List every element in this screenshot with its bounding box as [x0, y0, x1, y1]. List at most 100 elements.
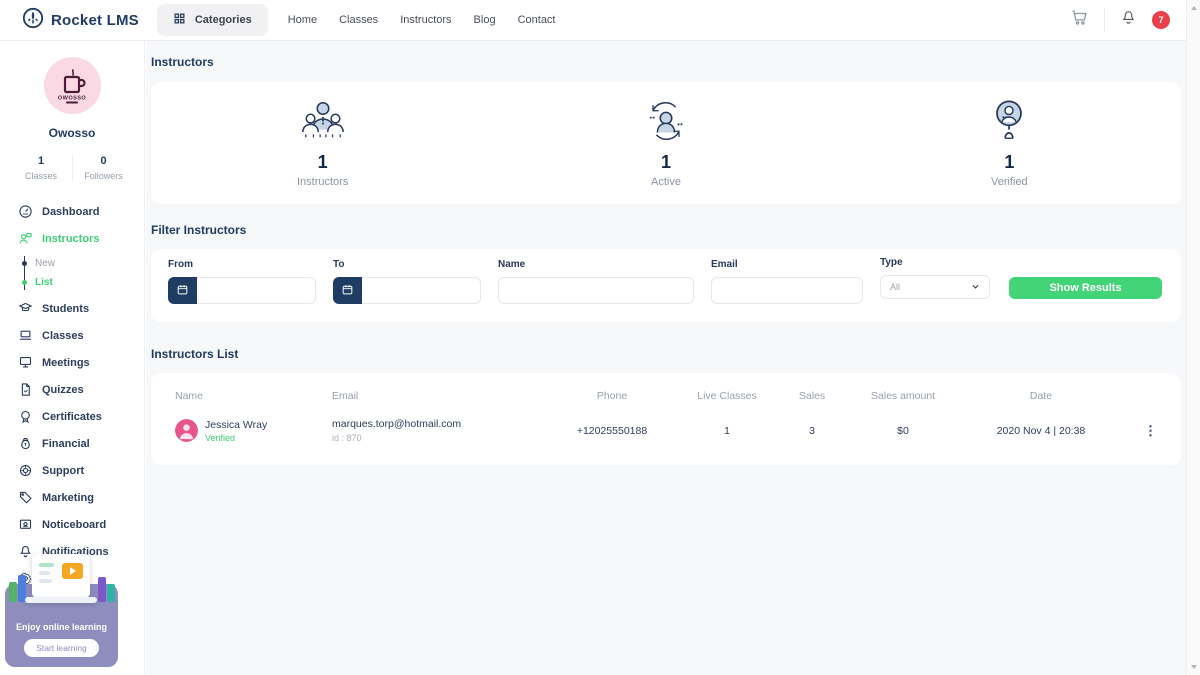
- sidebar-item-marketing[interactable]: Marketing: [17, 484, 144, 511]
- followers-label: Followers: [73, 171, 134, 181]
- nav-blog[interactable]: Blog: [474, 14, 496, 26]
- followers-count: 0: [73, 155, 134, 167]
- notifications-bell-icon[interactable]: [1120, 9, 1137, 31]
- promo-card: Enjoy online learning Start learning: [5, 584, 118, 667]
- sidebar-item-quizzes[interactable]: Quizzes: [17, 376, 144, 403]
- submenu-label: List: [35, 277, 53, 288]
- top-navbar: Rocket LMS Categories Home Classes Instr…: [0, 0, 1200, 41]
- active-count-label: Active: [494, 176, 837, 188]
- column-name: Name: [175, 390, 332, 402]
- email-input[interactable]: [711, 277, 863, 304]
- quizzes-icon: [17, 382, 33, 397]
- svg-text:OWOSSO: OWOSSO: [57, 96, 85, 102]
- instructors-submenu: New List: [24, 256, 144, 290]
- submenu-item-list[interactable]: List: [35, 275, 144, 290]
- categories-label: Categories: [195, 14, 252, 26]
- page-scrollbar[interactable]: [1186, 0, 1200, 675]
- show-results-button[interactable]: Show Results: [1009, 277, 1162, 299]
- sidebar-item-noticeboard[interactable]: Noticeboard: [17, 511, 144, 538]
- type-label: Type: [880, 257, 990, 268]
- column-sales: Sales: [762, 390, 862, 402]
- nav-instructors[interactable]: Instructors: [400, 14, 451, 26]
- sidebar-item-instructors[interactable]: Instructors: [17, 225, 144, 252]
- instructor-id: id : 870: [332, 433, 532, 443]
- from-date-input[interactable]: [197, 277, 316, 304]
- sidebar-item-label: Financial: [42, 438, 90, 450]
- play-icon: [62, 563, 83, 579]
- cart-icon[interactable]: [1070, 8, 1089, 32]
- grid-icon: [173, 12, 186, 28]
- sidebar-item-label: Support: [42, 465, 84, 477]
- classes-icon: [17, 328, 33, 343]
- table-row: Jessica Wray Verified marques.torp@hotma…: [151, 418, 1181, 443]
- submenu-dot: [22, 261, 27, 266]
- instructors-group-icon: [300, 131, 346, 148]
- brand-logo[interactable]: Rocket LMS: [22, 7, 139, 34]
- nav-classes[interactable]: Classes: [339, 14, 378, 26]
- list-section-title: Instructors List: [151, 347, 1181, 361]
- sidebar-item-financial[interactable]: Financial: [17, 430, 144, 457]
- sidebar-item-dashboard[interactable]: Dashboard: [17, 198, 144, 225]
- type-select[interactable]: All: [880, 275, 990, 299]
- to-calendar-button[interactable]: [333, 277, 362, 304]
- sidebar: OWOSSO Owosso 1 Classes 0 Followers Dash…: [0, 41, 145, 675]
- categories-button[interactable]: Categories: [157, 4, 268, 36]
- instructor-sales-amount: $0: [862, 425, 944, 437]
- sidebar-item-label: Dashboard: [42, 206, 99, 218]
- to-date-input[interactable]: [362, 277, 481, 304]
- noticeboard-icon: [17, 517, 33, 532]
- row-actions-menu-icon[interactable]: ⋮: [1144, 424, 1157, 437]
- filter-name-group: Name: [498, 259, 694, 304]
- instructor-sales: 3: [762, 425, 862, 437]
- user-avatar[interactable]: 7: [1152, 11, 1170, 29]
- dashboard-icon: [17, 204, 33, 219]
- scroll-up-arrow[interactable]: [1191, 6, 1197, 10]
- sidebar-item-label: Instructors: [42, 233, 99, 245]
- sidebar-item-label: Certificates: [42, 411, 102, 423]
- instructor-name[interactable]: Jessica Wray: [205, 419, 267, 431]
- submenu-item-new[interactable]: New: [35, 256, 144, 271]
- nav-contact[interactable]: Contact: [518, 14, 556, 26]
- sidebar-item-students[interactable]: Students: [17, 295, 144, 322]
- stat-active: 1 Active: [494, 98, 837, 188]
- sidebar-item-label: Quizzes: [42, 384, 84, 396]
- filter-card: From To Name: [151, 249, 1181, 322]
- start-learning-button[interactable]: Start learning: [24, 639, 99, 657]
- instructors-stats-card: 1 Instructors 1 Active: [151, 82, 1181, 204]
- students-icon: [17, 301, 33, 316]
- from-calendar-button[interactable]: [168, 277, 197, 304]
- main-content: Instructors 1 Instructors: [146, 41, 1186, 675]
- profile-name: Owosso: [0, 126, 144, 140]
- verified-count: 1: [838, 152, 1181, 173]
- sidebar-item-meetings[interactable]: Meetings: [17, 349, 144, 376]
- to-label: To: [333, 259, 481, 270]
- verified-count-label: Verified: [838, 176, 1181, 188]
- online-learning-illustration: [5, 552, 118, 616]
- from-label: From: [168, 259, 316, 270]
- instructors-count: 1: [151, 152, 494, 173]
- topbar-divider: [1104, 8, 1105, 32]
- active-refresh-icon: [643, 131, 689, 148]
- sidebar-item-certificates[interactable]: Certificates: [17, 403, 144, 430]
- instructors-section-title: Instructors: [151, 55, 1181, 69]
- owosso-avatar[interactable]: OWOSSO: [44, 57, 101, 114]
- financial-icon: [17, 436, 33, 451]
- topbar-actions: 7: [1070, 8, 1170, 32]
- instructors-count-label: Instructors: [151, 176, 494, 188]
- nav-home[interactable]: Home: [288, 14, 317, 26]
- submenu-dot: [22, 280, 27, 285]
- sidebar-item-label: Meetings: [42, 357, 90, 369]
- classes-label: Classes: [10, 171, 72, 181]
- certificates-icon: [17, 409, 33, 424]
- sidebar-item-label: Noticeboard: [42, 519, 106, 531]
- verified-user-icon: [986, 131, 1032, 148]
- stat-instructors: 1 Instructors: [151, 98, 494, 188]
- sidebar-item-support[interactable]: Support: [17, 457, 144, 484]
- table-header-row: Name Email Phone Live Classes Sales Sale…: [151, 390, 1181, 402]
- sidebar-item-label: Classes: [42, 330, 84, 342]
- sidebar-item-classes[interactable]: Classes: [17, 322, 144, 349]
- calendar-icon: [341, 283, 354, 299]
- filter-to-group: To: [333, 259, 481, 304]
- scroll-down-arrow[interactable]: [1191, 665, 1197, 669]
- name-input[interactable]: [498, 277, 694, 304]
